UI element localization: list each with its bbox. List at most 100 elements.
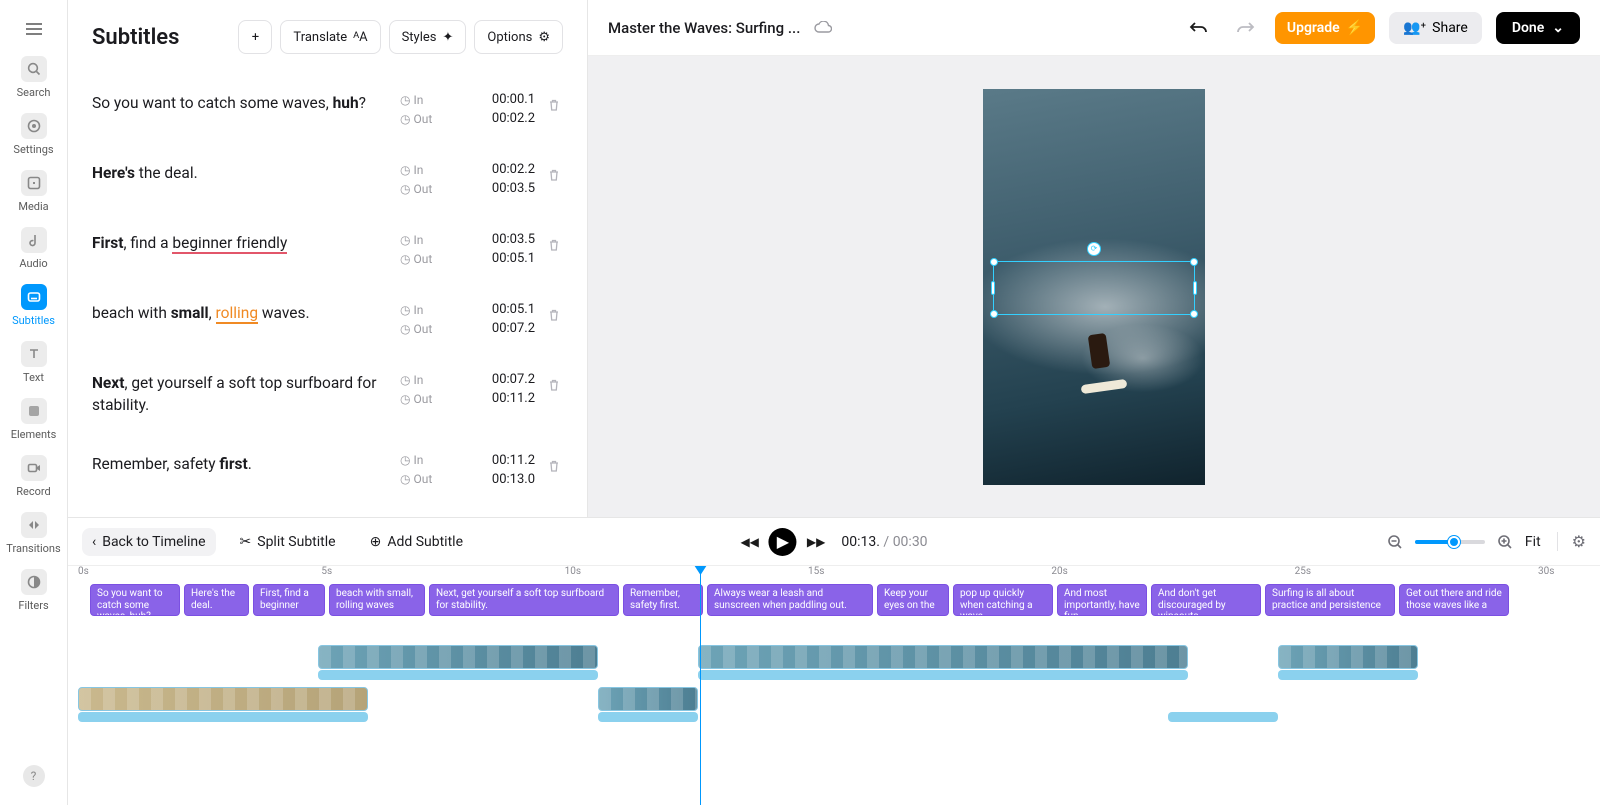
in-time[interactable]: 00:11.2	[492, 453, 535, 468]
video-clip-audio[interactable]	[1278, 670, 1418, 680]
resize-handle-tl[interactable]	[990, 258, 998, 266]
subtitle-clip[interactable]: So you want to catch some waves, huh?	[90, 584, 180, 616]
out-time[interactable]: 00:11.2	[492, 391, 535, 406]
zoom-in-button[interactable]	[1497, 534, 1513, 550]
delete-subtitle-button[interactable]	[545, 92, 563, 112]
timeline[interactable]: 0s5s10s15s20s25s30s So you want to catch…	[68, 565, 1600, 805]
sidebar-item-audio[interactable]: Audio	[4, 219, 64, 276]
subtitle-clip[interactable]: Keep your eyes on the	[877, 584, 949, 616]
music-track[interactable]: ♫ Audio Lounge Beat 60 Sec.mp3	[78, 728, 1600, 746]
subtitle-clip[interactable]: pop up quickly when catching a wave.	[953, 584, 1053, 616]
video-clip[interactable]	[598, 687, 698, 711]
sidebar-item-filters[interactable]: Filters	[4, 561, 64, 618]
playhead[interactable]	[700, 566, 701, 805]
styles-button[interactable]: Styles✦	[389, 20, 467, 54]
split-subtitle-button[interactable]: ✂Split Subtitle	[230, 528, 346, 556]
out-time[interactable]: 00:05.1	[492, 251, 535, 266]
resize-handle-bl[interactable]	[990, 310, 998, 318]
zoom-out-button[interactable]	[1387, 534, 1403, 550]
subtitle-clip[interactable]: Remember, safety first.	[623, 584, 703, 616]
subtitle-text[interactable]: So you want to catch some waves, huh?	[92, 92, 390, 114]
project-title[interactable]: Master the Waves: Surfing ...	[608, 19, 800, 37]
sidebar-item-search[interactable]: Search	[4, 48, 64, 105]
delete-subtitle-button[interactable]	[545, 453, 563, 473]
sidebar-item-text[interactable]: Text	[4, 333, 64, 390]
out-time[interactable]: 00:02.2	[492, 111, 535, 126]
subtitle-text[interactable]: beach with small, rolling waves.	[92, 302, 390, 324]
out-time[interactable]: 00:13.0	[492, 472, 535, 487]
music-clip[interactable]: ♫ Audio Lounge Beat 60 Sec.mp3	[78, 730, 1538, 744]
out-time[interactable]: 00:03.5	[492, 181, 535, 196]
subtitle-track[interactable]: So you want to catch some waves, huh?Her…	[78, 582, 1600, 618]
delete-subtitle-button[interactable]	[545, 372, 563, 392]
resize-handle-left[interactable]	[991, 281, 995, 295]
tts-audio-track[interactable]: ♦ text-to-speech.mp3	[78, 622, 1600, 640]
undo-button[interactable]	[1183, 15, 1215, 41]
resize-handle-right[interactable]	[1193, 281, 1197, 295]
subtitle-clip[interactable]: Get out there and ride those waves like …	[1399, 584, 1509, 616]
rotate-handle[interactable]: ⟳	[1087, 242, 1101, 256]
preview-canvas[interactable]: ⟳	[588, 56, 1600, 517]
translate-button[interactable]: TranslateᴬA	[280, 20, 380, 54]
tts-audio-clip[interactable]: ♦ text-to-speech.mp3	[78, 624, 1538, 638]
in-time[interactable]: 00:02.2	[492, 162, 535, 177]
upgrade-button[interactable]: Upgrade⚡	[1275, 12, 1375, 44]
subtitle-text[interactable]: First, find a beginner friendly	[92, 232, 390, 254]
video-preview[interactable]: ⟳	[983, 89, 1205, 485]
subtitle-clip[interactable]: First, find a beginner	[253, 584, 325, 616]
zoom-slider[interactable]	[1415, 540, 1485, 544]
video-clip[interactable]	[698, 645, 1188, 669]
done-button[interactable]: Done⌄	[1496, 12, 1580, 44]
subtitle-clip[interactable]: And don't get discouraged by wipeouts.	[1151, 584, 1261, 616]
subtitle-clip[interactable]: Surfing is all about practice and persis…	[1265, 584, 1395, 616]
resize-handle-tr[interactable]	[1190, 258, 1198, 266]
subtitle-clip[interactable]: And most importantly, have fun	[1057, 584, 1147, 616]
in-time[interactable]: 00:05.1	[492, 302, 535, 317]
sidebar-item-media[interactable]: Media	[4, 162, 64, 219]
in-time[interactable]: 00:00.1	[492, 92, 535, 107]
sidebar-item-elements[interactable]: Elements	[4, 390, 64, 447]
video-clip-audio[interactable]	[318, 670, 598, 680]
subtitle-row[interactable]: Here's the deal.◷ In00:02.2◷ Out00:03.5	[92, 144, 563, 214]
fit-button[interactable]: Fit	[1525, 534, 1541, 550]
skip-forward-button[interactable]: ▶▶	[807, 535, 825, 549]
play-button[interactable]: ▶	[769, 528, 797, 556]
subtitle-clip[interactable]: Next, get yourself a soft top surfboard …	[429, 584, 619, 616]
add-subtitle-icon-button[interactable]: +	[238, 20, 272, 54]
subtitle-clip[interactable]: beach with small, rolling waves	[329, 584, 425, 616]
subtitle-text[interactable]: Here's the deal.	[92, 162, 390, 184]
menu-toggle[interactable]	[4, 8, 64, 48]
subtitle-row[interactable]: So you want to catch some waves, huh?◷ I…	[92, 74, 563, 144]
sidebar-item-subtitles[interactable]: Subtitles	[4, 276, 64, 333]
video-clip-audio[interactable]	[698, 670, 1188, 680]
video-clip[interactable]	[1278, 645, 1418, 669]
skip-back-button[interactable]: ◀◀	[740, 535, 758, 549]
options-button[interactable]: Options⚙	[474, 20, 563, 54]
sidebar-item-settings[interactable]: Settings	[4, 105, 64, 162]
out-time[interactable]: 00:07.2	[492, 321, 535, 336]
subtitle-row[interactable]: First, find a beginner friendly◷ In00:03…	[92, 214, 563, 284]
back-to-timeline-button[interactable]: ‹Back to Timeline	[82, 528, 216, 556]
subtitle-text[interactable]: Remember, safety first.	[92, 453, 390, 475]
subtitle-clip[interactable]: Always wear a leash and sunscreen when p…	[707, 584, 873, 616]
share-button[interactable]: 👥⁺Share	[1389, 12, 1482, 44]
delete-subtitle-button[interactable]	[545, 232, 563, 252]
zoom-slider-knob[interactable]	[1448, 536, 1460, 548]
subtitle-row[interactable]: beach with small, rolling waves.◷ In00:0…	[92, 284, 563, 354]
video-clip-audio[interactable]	[78, 712, 368, 722]
redo-button[interactable]	[1229, 15, 1261, 41]
in-time[interactable]: 00:03.5	[492, 232, 535, 247]
help-button[interactable]: ?	[23, 765, 45, 787]
video-track-2[interactable]	[78, 686, 1600, 724]
selection-box[interactable]: ⟳	[993, 261, 1195, 315]
sidebar-item-record[interactable]: Record	[4, 447, 64, 504]
video-clip-audio[interactable]	[1168, 712, 1278, 722]
in-time[interactable]: 00:07.2	[492, 372, 535, 387]
timeline-settings-button[interactable]: ⚙	[1557, 532, 1586, 551]
video-clip-audio[interactable]	[598, 712, 698, 722]
video-clip[interactable]	[318, 645, 598, 669]
subtitle-row[interactable]: Remember, safety first.◷ In00:11.2◷ Out0…	[92, 435, 563, 505]
video-clip[interactable]	[78, 687, 368, 711]
subtitle-clip[interactable]: Here's the deal.	[184, 584, 249, 616]
sidebar-item-transitions[interactable]: Transitions	[4, 504, 64, 561]
